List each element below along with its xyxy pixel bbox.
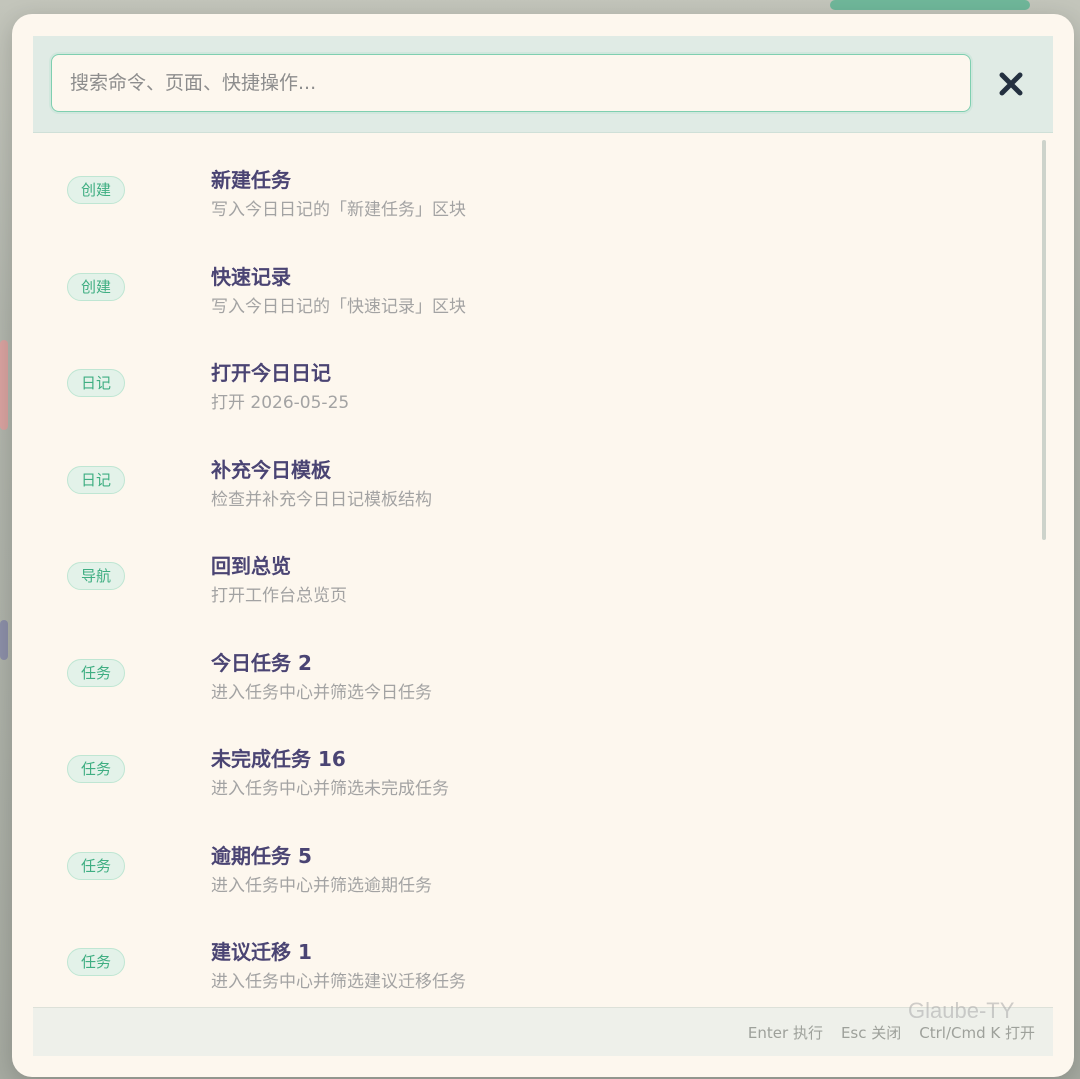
category-badge: 导航 (67, 562, 125, 590)
command-description: 进入任务中心并筛选未完成任务 (211, 779, 449, 799)
command-title: 建议迁移 1 (211, 940, 312, 964)
category-badge: 任务 (67, 658, 125, 687)
command-title: 今日任务 2 (211, 650, 312, 675)
hint-open: Ctrl/Cmd K 打开 (919, 1024, 1035, 1042)
command-description: 打开工作台总览页 (211, 586, 347, 606)
background-blob (0, 340, 8, 430)
command-item[interactable]: 任务 逾期任务 5 进入任务中心并筛选逾期任务 (33, 808, 1033, 904)
command-title: 补充今日模板 (211, 457, 331, 482)
command-title: 快速记录 (211, 264, 291, 289)
command-title: 逾期任务 5 (211, 843, 312, 868)
background-blob (0, 620, 8, 660)
category-badge: 创建 (67, 272, 125, 301)
command-description: 进入任务中心并筛选今日任务 (211, 682, 432, 703)
command-item[interactable]: 日记 补充今日模板 检查并补充今日日记模板结构 (33, 422, 1033, 518)
command-description: 打开 2026-05-25 (211, 393, 350, 413)
background-blob (830, 0, 1030, 10)
command-item[interactable]: 创建 快速记录 写入今日日记的「快速记录」区块 (33, 229, 1033, 325)
command-item[interactable]: 任务 建议迁移 1 进入任务中心并筛选建议迁移任务 (33, 904, 1033, 1000)
category-badge: 任务 (67, 948, 125, 976)
command-title: 未完成任务 16 (211, 747, 346, 771)
command-description: 写入今日日记的「新建任务」区块 (211, 200, 466, 220)
command-description: 进入任务中心并筛选建议迁移任务 (211, 972, 466, 992)
command-item[interactable]: 导航 回到总览 打开工作台总览页 (33, 518, 1033, 614)
hint-esc: Esc 关闭 (840, 1024, 902, 1042)
search-bar (33, 36, 1053, 133)
command-title: 回到总览 (211, 554, 291, 578)
command-item[interactable]: 任务 今日任务 2 进入任务中心并筛选今日任务 (33, 615, 1033, 711)
category-badge: 任务 (67, 851, 125, 880)
category-badge: 日记 (67, 369, 125, 397)
category-badge: 创建 (67, 176, 125, 204)
close-icon (999, 72, 1023, 96)
search-input[interactable] (51, 54, 971, 112)
command-title: 新建任务 (211, 168, 291, 192)
command-description: 检查并补充今日日记模板结构 (211, 489, 432, 510)
command-item[interactable]: 日记 打开今日日记 打开 2026-05-25 (33, 325, 1033, 421)
watermark: Glaube-TY (908, 998, 1015, 1023)
command-palette: 创建 新建任务 写入今日日记的「新建任务」区块 创建 快速记录 写入今日日记的「… (12, 14, 1074, 1077)
command-title: 打开今日日记 (211, 361, 331, 385)
keyboard-hints: Enter 执行 Esc 关闭 Ctrl/Cmd K 打开 (748, 1022, 1035, 1043)
category-badge: 任务 (67, 755, 125, 783)
footer-bar: Enter 执行 Esc 关闭 Ctrl/Cmd K 打开 (33, 1007, 1053, 1056)
command-item[interactable]: 创建 新建任务 写入今日日记的「新建任务」区块 (33, 132, 1033, 228)
scrollbar[interactable] (1042, 140, 1046, 540)
command-description: 进入任务中心并筛选逾期任务 (211, 875, 432, 896)
command-description: 写入今日日记的「快速记录」区块 (211, 296, 466, 317)
close-button[interactable] (993, 66, 1029, 102)
command-item[interactable]: 任务 未完成任务 16 进入任务中心并筛选未完成任务 (33, 711, 1033, 807)
hint-enter: Enter 执行 (747, 1024, 823, 1042)
category-badge: 日记 (67, 465, 125, 494)
command-list: 创建 新建任务 写入今日日记的「新建任务」区块 创建 快速记录 写入今日日记的「… (33, 132, 1053, 1007)
